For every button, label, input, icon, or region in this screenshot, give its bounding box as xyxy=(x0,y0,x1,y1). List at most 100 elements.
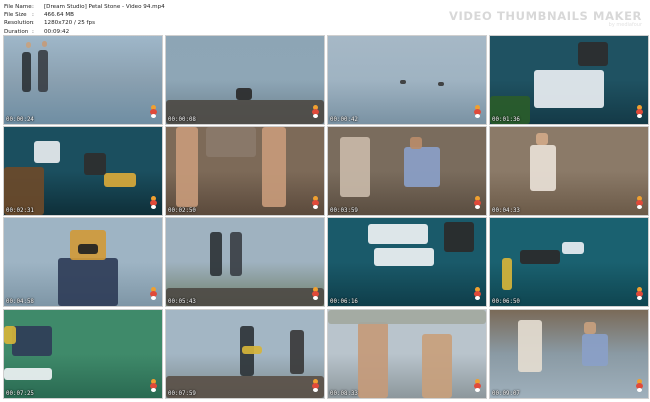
file-name-value: [Dream Studio] Petal Stone - Video 94.mp… xyxy=(44,4,165,10)
thumbnail-timestamp: 00:05:43 xyxy=(168,299,196,305)
video-thumbnail[interactable]: 00:01:36 xyxy=(489,35,649,125)
scene-figure xyxy=(84,153,106,175)
scene-figure xyxy=(230,232,242,276)
scene-figure xyxy=(518,320,542,372)
video-thumbnail[interactable]: 00:02:31 xyxy=(3,126,163,216)
scene-figure xyxy=(584,322,596,334)
scene-figure xyxy=(22,52,31,92)
separator: : xyxy=(32,4,34,10)
scene-figure xyxy=(12,326,52,356)
scene-figure xyxy=(536,133,548,145)
scene-figure xyxy=(502,258,512,290)
file-size-row: File Size : 466.64 MB xyxy=(4,11,165,19)
channel-logo-icon xyxy=(312,287,319,300)
file-size-key: File Size xyxy=(4,12,27,19)
channel-logo-icon xyxy=(312,196,319,209)
video-thumbnail[interactable]: 00:04:58 xyxy=(3,217,163,307)
scene-figure xyxy=(210,232,222,276)
scene-figure xyxy=(410,137,422,149)
scene-figure xyxy=(438,82,444,86)
thumbnail-timestamp: 00:02:50 xyxy=(168,208,196,214)
scene-figure xyxy=(26,42,31,48)
file-name-row: File Name : [Dream Studio] Petal Stone -… xyxy=(4,3,165,11)
video-thumbnail[interactable]: 00:06:16 xyxy=(327,217,487,307)
video-thumbnail[interactable]: 00:00:08 xyxy=(165,35,325,125)
thumbnail-timestamp: 00:02:31 xyxy=(6,208,34,214)
channel-logo-icon xyxy=(150,287,157,300)
channel-logo-icon xyxy=(474,379,481,392)
resolution-value: 1280x720 / 25 fps xyxy=(44,20,95,27)
thumbnail-timestamp: 00:00:08 xyxy=(168,117,196,123)
metadata-block: File Name : [Dream Studio] Petal Stone -… xyxy=(4,3,165,36)
scene-figure xyxy=(42,41,47,47)
channel-logo-icon xyxy=(474,105,481,118)
separator: : xyxy=(32,12,34,19)
scene-figure xyxy=(400,80,406,84)
channel-logo-icon xyxy=(636,287,643,300)
scene-figure xyxy=(78,244,98,254)
file-size-value: 466.64 MB xyxy=(44,12,75,19)
channel-logo-icon xyxy=(474,196,481,209)
brand-watermark: VIDEO THUMBNAILS MAKER xyxy=(449,9,642,23)
scene-figure xyxy=(530,145,556,191)
thumbnail-timestamp: 00:07:25 xyxy=(6,391,34,397)
video-thumbnail[interactable]: 00:02:50 xyxy=(165,126,325,216)
scene-figure xyxy=(578,42,608,66)
video-thumbnail[interactable]: 00:06:50 xyxy=(489,217,649,307)
thumbnail-timestamp: 00:04:33 xyxy=(492,208,520,214)
thumbnail-timestamp: 00:09:07 xyxy=(492,391,520,397)
resolution-row: Resolution : 1280x720 / 25 fps xyxy=(4,19,165,27)
scene-figure xyxy=(262,127,286,207)
scene-figure xyxy=(236,88,252,100)
scene-figure xyxy=(176,127,198,207)
scene-figure xyxy=(104,173,136,187)
scene-figure xyxy=(368,224,428,244)
video-thumbnail[interactable]: 00:04:33 xyxy=(489,126,649,216)
scene-figure xyxy=(562,242,584,254)
channel-logo-icon xyxy=(312,379,319,392)
channel-logo-icon xyxy=(636,105,643,118)
scene-figure xyxy=(582,334,608,366)
video-thumbnail[interactable]: 00:00:24 xyxy=(3,35,163,125)
thumbnail-timestamp: 00:06:50 xyxy=(492,299,520,305)
channel-logo-icon xyxy=(312,105,319,118)
scene-figure xyxy=(340,137,370,197)
video-thumbnail[interactable]: 00:03:59 xyxy=(327,126,487,216)
scene-figure xyxy=(4,326,16,344)
scene-figure xyxy=(534,70,604,108)
scene-figure xyxy=(58,258,118,306)
video-thumbnail[interactable]: 00:05:43 xyxy=(165,217,325,307)
video-thumbnail[interactable]: 00:07:59 xyxy=(165,309,325,399)
channel-logo-icon xyxy=(150,379,157,392)
thumbnail-timestamp: 00:00:42 xyxy=(330,117,358,123)
video-thumbnail[interactable]: 00:00:42 xyxy=(327,35,487,125)
thumbnail-timestamp: 00:07:59 xyxy=(168,391,196,397)
thumbnail-timestamp: 00:06:16 xyxy=(330,299,358,305)
scene-figure xyxy=(242,346,262,354)
channel-logo-icon xyxy=(150,196,157,209)
scene-figure xyxy=(290,330,304,374)
scene-figure xyxy=(404,147,440,187)
video-thumbnail[interactable]: 00:09:07 xyxy=(489,309,649,399)
scene-figure xyxy=(444,222,474,252)
scene-figure xyxy=(38,50,48,92)
scene-figure xyxy=(358,322,388,398)
scene-figure xyxy=(34,141,60,163)
file-name-key: File Name xyxy=(4,4,32,10)
scene-figure xyxy=(422,334,452,398)
video-thumbnail[interactable]: 00:08:33 xyxy=(327,309,487,399)
resolution-key: Resolution xyxy=(4,20,34,27)
video-thumbnail[interactable]: 00:07:25 xyxy=(3,309,163,399)
channel-logo-icon xyxy=(150,105,157,118)
thumbnail-timestamp: 00:00:24 xyxy=(6,117,34,123)
thumbnail-timestamp: 00:08:33 xyxy=(330,391,358,397)
scene-figure xyxy=(206,127,256,157)
separator: : xyxy=(32,20,34,27)
thumbnail-timestamp: 00:03:59 xyxy=(330,208,358,214)
thumbnail-timestamp: 00:01:36 xyxy=(492,117,520,123)
brand-subtitle: by mediafour xyxy=(608,22,642,28)
channel-logo-icon xyxy=(474,287,481,300)
scene-figure xyxy=(328,310,486,324)
scene-figure xyxy=(4,368,52,380)
thumbnail-timestamp: 00:04:58 xyxy=(6,299,34,305)
